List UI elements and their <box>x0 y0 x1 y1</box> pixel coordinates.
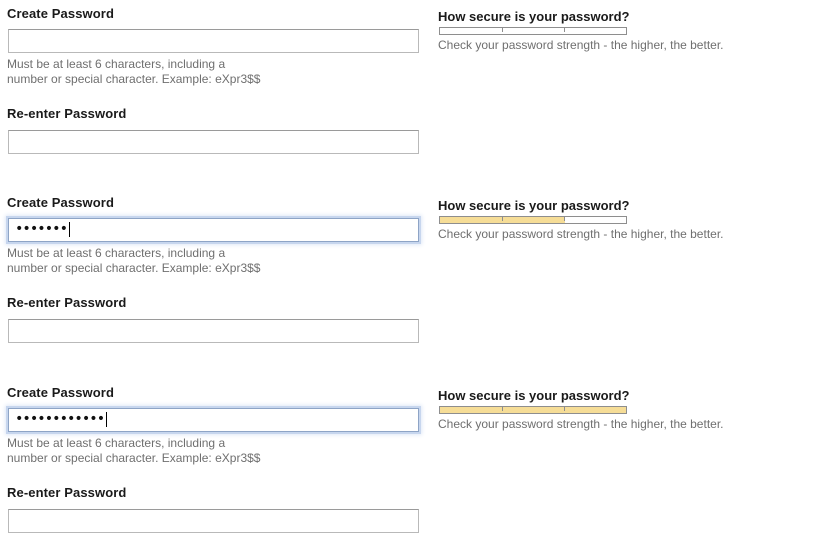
strength-meter-tick <box>564 407 565 411</box>
strength-title: How secure is your password? <box>438 388 630 403</box>
strength-meter-tick <box>564 28 565 32</box>
strength-meter <box>439 27 627 35</box>
create-password-label: Create Password <box>7 385 114 400</box>
reenter-password-label: Re-enter Password <box>7 485 127 500</box>
create-password-label: Create Password <box>7 6 114 21</box>
text-caret <box>106 411 108 427</box>
hint-line-2: number or special character. Example: eX… <box>7 261 261 275</box>
text-caret <box>69 221 71 237</box>
password-dots: •••••••••••• <box>15 411 105 427</box>
strength-meter-tick <box>564 217 565 221</box>
create-password-label: Create Password <box>7 195 114 210</box>
password-form-state-strong: Create Password •••••••••••• Must be at … <box>0 379 816 556</box>
reenter-password-label: Re-enter Password <box>7 295 127 310</box>
strength-hint: Check your password strength - the highe… <box>438 227 724 241</box>
create-password-field[interactable]: ••••••• <box>8 218 419 242</box>
reenter-password-field[interactable] <box>8 319 419 343</box>
strength-meter-tick <box>502 28 503 32</box>
hint-line-1: Must be at least 6 characters, including… <box>7 57 226 71</box>
password-form-state-empty: Create Password Must be at least 6 chara… <box>0 0 816 177</box>
strength-meter <box>439 406 627 414</box>
strength-meter-fill <box>440 407 626 413</box>
reenter-password-field[interactable] <box>8 509 419 533</box>
strength-hint: Check your password strength - the highe… <box>438 417 724 431</box>
hint-line-1: Must be at least 6 characters, including… <box>7 436 226 450</box>
strength-meter-tick <box>502 407 503 411</box>
reenter-password-field[interactable] <box>8 130 419 154</box>
strength-meter-tick <box>502 217 503 221</box>
password-dots: ••••••• <box>15 221 68 237</box>
password-requirements-hint: Must be at least 6 characters, including… <box>7 57 347 87</box>
hint-line-2: number or special character. Example: eX… <box>7 72 261 86</box>
strength-meter <box>439 216 627 224</box>
hint-line-1: Must be at least 6 characters, including… <box>7 246 226 260</box>
reenter-password-label: Re-enter Password <box>7 106 127 121</box>
strength-title: How secure is your password? <box>438 198 630 213</box>
password-requirements-hint: Must be at least 6 characters, including… <box>7 436 347 466</box>
strength-title: How secure is your password? <box>438 9 630 24</box>
password-form-state-medium: Create Password ••••••• Must be at least… <box>0 189 816 366</box>
password-requirements-hint: Must be at least 6 characters, including… <box>7 246 347 276</box>
strength-hint: Check your password strength - the highe… <box>438 38 724 52</box>
create-password-field[interactable]: •••••••••••• <box>8 408 419 432</box>
create-password-field[interactable] <box>8 29 419 53</box>
hint-line-2: number or special character. Example: eX… <box>7 451 261 465</box>
